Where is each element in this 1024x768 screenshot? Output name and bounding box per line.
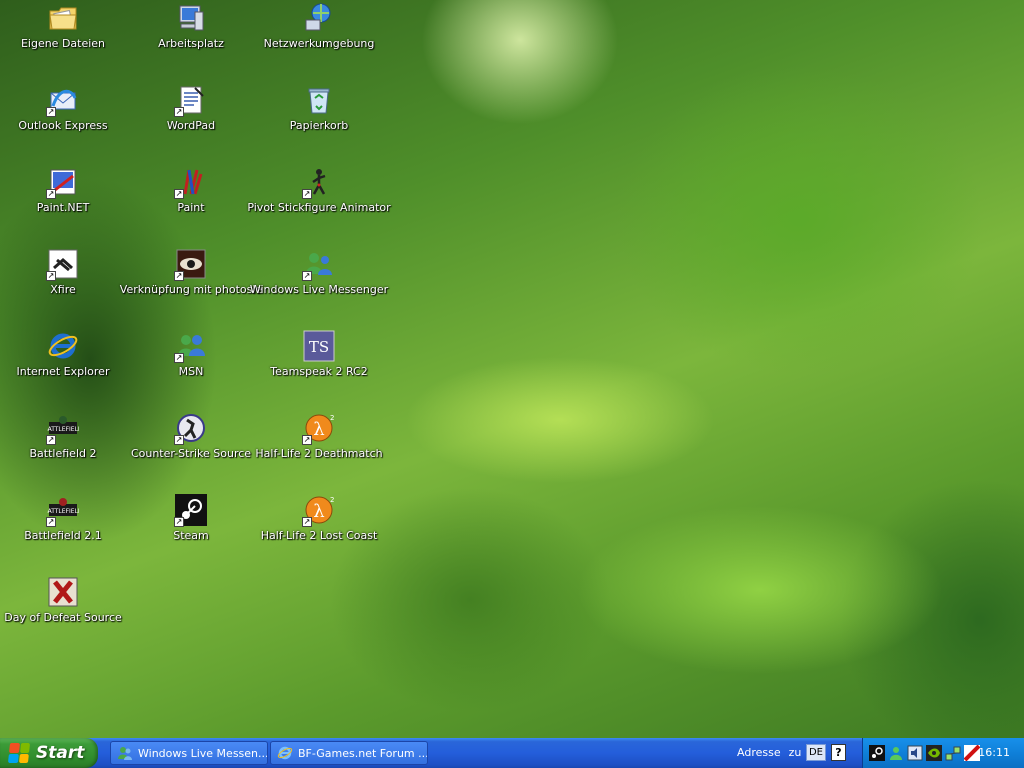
desktop-icon-papierkorb[interactable]: Papierkorb	[259, 84, 379, 132]
svg-text:BATTLEFIELD: BATTLEFIELD	[47, 426, 79, 433]
desktop-icon-msn[interactable]: ↗ MSN	[131, 330, 251, 378]
desktop-icon-xfire[interactable]: ↗ Xfire	[3, 248, 123, 296]
network-icon[interactable]	[945, 745, 961, 761]
steam-tray-icon[interactable]	[869, 745, 885, 761]
desktop-icon-paint[interactable]: ↗ Paint	[131, 166, 251, 214]
messenger-icon: ↗	[302, 248, 335, 281]
language-indicator[interactable]: DE	[806, 744, 826, 761]
my-documents-icon	[47, 2, 79, 34]
desktop-icon-internet-explorer[interactable]: Internet Explorer	[3, 330, 123, 378]
system-tray: 16:11	[862, 738, 1024, 768]
battlefield-icon: BATTLEFIELD ↗	[46, 494, 79, 527]
icon-label: Half-Life 2 Deathmatch	[255, 447, 383, 460]
desktop-icon-half-life-2-lost-coast[interactable]: λ2 ↗ Half-Life 2 Lost Coast	[259, 494, 379, 542]
taskbar-button-bf-games-forum[interactable]: BF-Games.net Forum ...	[270, 741, 428, 765]
start-label: Start	[36, 743, 85, 763]
half-life-icon: λ2 ↗	[302, 414, 335, 445]
taskbar: Start Windows Live Messen... BF-Games.ne…	[0, 738, 1024, 768]
internet-explorer-icon	[277, 746, 293, 760]
task-label: BF-Games.net Forum ...	[298, 746, 428, 760]
address-toolbar[interactable]: Adresse zu	[737, 746, 801, 759]
pivot-icon: ↗	[302, 166, 335, 199]
icon-label: WordPad	[166, 119, 216, 132]
icon-label: Windows Live Messenger	[249, 283, 389, 296]
icon-label: Half-Life 2 Lost Coast	[260, 529, 378, 542]
volume-icon[interactable]	[907, 745, 923, 761]
clock[interactable]: 16:11	[978, 746, 1010, 759]
internet-explorer-icon	[47, 330, 79, 362]
icon-label: Xfire	[50, 283, 76, 296]
battlefield-icon: BATTLEFIELD ↗	[46, 412, 79, 445]
address-label: Adresse	[737, 746, 781, 759]
icon-label: Netzwerkumgebung	[263, 37, 375, 50]
svg-text:BATTLEFIELD: BATTLEFIELD	[47, 508, 79, 515]
icon-label: Paint	[177, 201, 205, 214]
network-places-icon	[303, 2, 335, 34]
desktop-icon-eigene-dateien[interactable]: Eigene Dateien	[3, 2, 123, 50]
messenger-tray-icon[interactable]	[888, 745, 904, 761]
icon-label: Paint.NET	[36, 201, 90, 214]
icon-label: Internet Explorer	[16, 365, 110, 378]
desktop-icon-paint-net[interactable]: ↗ Paint.NET	[3, 166, 123, 214]
desktop-icon-steam[interactable]: ↗ Steam	[131, 494, 251, 542]
icon-label: Verknüpfung mit photosle	[119, 283, 263, 296]
teamspeak-icon: TS	[303, 330, 335, 362]
paint-net-icon: ↗	[46, 166, 79, 199]
taskbar-button-messenger[interactable]: Windows Live Messen...	[110, 741, 268, 765]
icon-label: Pivot Stickfigure Animator	[247, 201, 391, 214]
icon-label: Outlook Express	[18, 119, 108, 132]
desktop-icon-pivot[interactable]: ↗ Pivot Stickfigure Animator	[247, 166, 391, 214]
desktop: Eigene Dateien ↗ Outlook Express ↗ Paint…	[0, 0, 1024, 738]
half-life-icon: λ2 ↗	[302, 496, 335, 527]
desktop-icon-windows-live-messenger[interactable]: ↗ Windows Live Messenger	[250, 248, 388, 296]
address-go-label[interactable]: zu	[789, 746, 802, 759]
icon-label: Papierkorb	[289, 119, 349, 132]
desktop-icon-netzwerkumgebung[interactable]: Netzwerkumgebung	[259, 2, 379, 50]
counter-strike-icon: ↗	[174, 412, 207, 445]
svg-text:λ: λ	[313, 501, 324, 522]
day-of-defeat-icon	[47, 576, 79, 608]
icon-label: Eigene Dateien	[20, 37, 106, 50]
svg-text:λ: λ	[313, 419, 324, 440]
steam-icon: ↗	[174, 494, 207, 527]
icon-label: Arbeitsplatz	[158, 37, 224, 50]
nvidia-icon[interactable]	[926, 745, 942, 761]
icon-label: MSN	[178, 365, 204, 378]
icon-label: Counter-Strike Source	[130, 447, 252, 460]
msn-icon: ↗	[174, 330, 207, 363]
desktop-icon-wordpad[interactable]: ↗ WordPad	[131, 84, 251, 132]
messenger-icon	[118, 747, 132, 760]
svg-text:2: 2	[330, 496, 334, 504]
help-button[interactable]: ?	[831, 744, 846, 761]
icon-label: Battlefield 2.1	[24, 529, 102, 542]
icon-label: Battlefield 2	[29, 447, 97, 460]
svg-text:TS: TS	[309, 338, 329, 356]
desktop-icon-arbeitsplatz[interactable]: Arbeitsplatz	[131, 2, 251, 50]
windows-logo-icon	[7, 743, 31, 763]
outlook-express-icon: ↗	[46, 84, 79, 117]
svg-text:2: 2	[330, 414, 334, 422]
desktop-icon-day-of-defeat-source[interactable]: Day of Defeat Source	[3, 576, 123, 624]
my-computer-icon	[175, 2, 207, 34]
xfire-icon: ↗	[46, 248, 79, 281]
recycle-bin-icon	[303, 84, 335, 116]
desktop-icon-teamspeak[interactable]: TS Teamspeak 2 RC2	[259, 330, 379, 378]
start-button[interactable]: Start	[0, 738, 98, 768]
desktop-icon-outlook-express[interactable]: ↗ Outlook Express	[3, 84, 123, 132]
icon-label: Steam	[173, 529, 209, 542]
desktop-icon-battlefield-2-1[interactable]: BATTLEFIELD ↗ Battlefield 2.1	[3, 494, 123, 542]
desktop-icon-battlefield-2[interactable]: BATTLEFIELD ↗ Battlefield 2	[3, 412, 123, 460]
icon-label: Day of Defeat Source	[4, 611, 122, 624]
icon-label: Teamspeak 2 RC2	[270, 365, 368, 378]
paint-icon: ↗	[174, 166, 207, 199]
photoshop-eye-icon: ↗	[174, 248, 207, 281]
wordpad-icon: ↗	[174, 84, 207, 117]
desktop-icon-counter-strike-source[interactable]: ↗ Counter-Strike Source	[131, 412, 251, 460]
task-label: Windows Live Messen...	[138, 746, 268, 760]
desktop-icon-photoshop-shortcut[interactable]: ↗ Verknüpfung mit photosle	[120, 248, 262, 296]
desktop-icon-half-life-2-deathmatch[interactable]: λ2 ↗ Half-Life 2 Deathmatch	[255, 412, 382, 460]
